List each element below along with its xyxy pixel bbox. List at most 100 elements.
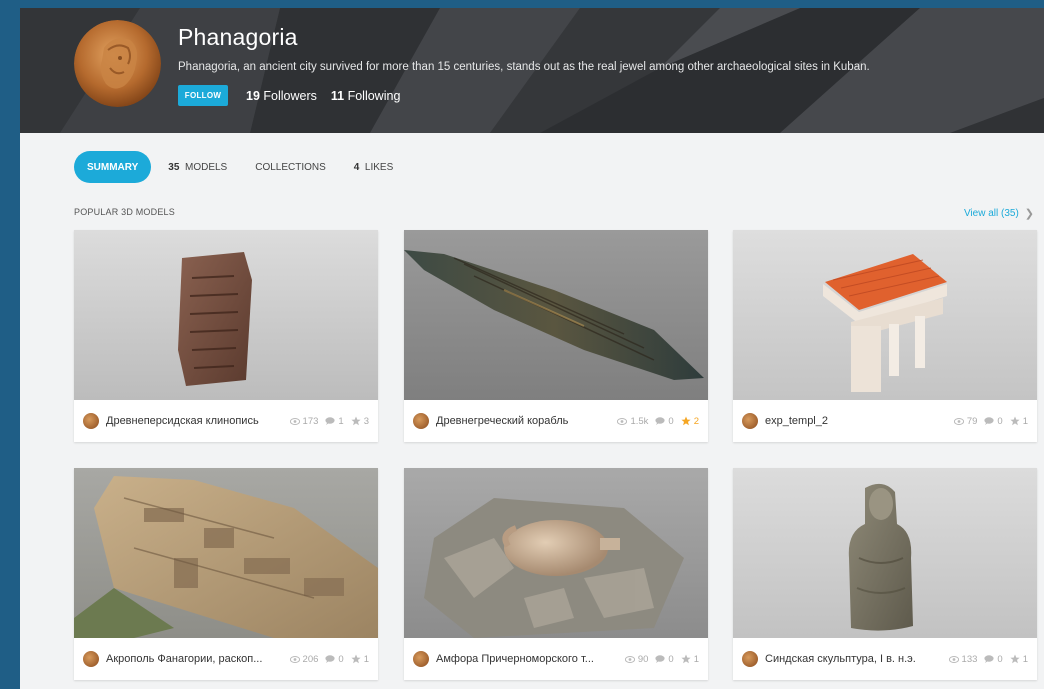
following-link[interactable]: 11 Following	[331, 89, 401, 103]
comment-icon	[984, 655, 995, 663]
model-card-footer: Древнегреческий корабль 1.5k 0 2	[404, 400, 708, 442]
comments-stat: 0	[655, 416, 674, 427]
model-thumbnail[interactable]	[404, 230, 708, 400]
models-count: 35	[168, 161, 180, 173]
eye-icon	[289, 417, 300, 425]
following-count: 11	[330, 89, 345, 103]
comments-stat: 0	[325, 653, 344, 665]
comments-stat: 0	[984, 415, 1003, 427]
comment-icon	[325, 655, 336, 663]
model-title[interactable]: Синдская скульптура, I в. н.э.	[765, 653, 943, 665]
likes-stat[interactable]: 1	[681, 654, 699, 665]
likes-stat[interactable]: 3	[351, 416, 369, 427]
star-icon	[1010, 654, 1020, 664]
eye-icon	[948, 655, 959, 663]
comment-icon	[984, 417, 995, 425]
eye-icon	[289, 655, 300, 663]
model-card-footer: Синдская скульптура, I в. н.э. 133 0 1	[733, 638, 1037, 680]
profile-description: Phanagoria, an ancient city survived for…	[178, 61, 870, 73]
coin-portrait-icon	[74, 20, 161, 107]
model-card[interactable]: Акрополь Фанагории, раскоп... 206 0 1	[74, 468, 378, 680]
followers-label: Followers	[263, 89, 317, 103]
tab-collections[interactable]: COLLECTIONS	[255, 162, 326, 173]
star-icon	[351, 416, 361, 426]
model-card[interactable]: Амфора Причерноморского т... 90 0 1	[404, 468, 708, 680]
views-count: 79	[966, 415, 978, 427]
comments-count: 0	[997, 415, 1003, 427]
profile-page: Phanagoria Phanagoria, an ancient city s…	[20, 8, 1044, 689]
model-thumbnail[interactable]	[733, 230, 1037, 400]
profile-avatar[interactable]	[74, 20, 161, 107]
followers-count: 19	[246, 89, 260, 103]
model-card-footer: Амфора Причерноморского т... 90 0 1	[404, 638, 708, 680]
star-icon	[681, 654, 691, 664]
model-card[interactable]: Древнеперсидская клинопись 173 1 3	[74, 230, 378, 442]
views-count: 133	[961, 653, 978, 665]
likes-stat[interactable]: 1	[351, 654, 369, 665]
star-icon	[1010, 416, 1020, 426]
views-stat: 79	[953, 415, 978, 427]
view-all-link[interactable]: View all (35) ❯	[964, 207, 1034, 220]
likes-stat[interactable]: 2	[681, 416, 699, 427]
view-all-label: View all (35)	[963, 208, 1019, 219]
comment-icon	[655, 417, 666, 425]
views-count: 206	[302, 653, 319, 665]
author-avatar[interactable]	[413, 413, 429, 429]
model-stats: 206 0 1	[289, 653, 369, 665]
cuneiform-tablet-icon	[74, 230, 378, 400]
model-card-footer: exp_templ_2 79 0 1	[733, 400, 1037, 442]
views-stat: 133	[948, 653, 978, 665]
author-avatar[interactable]	[83, 651, 99, 667]
model-thumbnail[interactable]	[74, 230, 378, 400]
ancient-ship-icon	[404, 230, 708, 400]
model-card[interactable]: Древнегреческий корабль 1.5k 0 2	[404, 230, 708, 442]
model-thumbnail[interactable]	[733, 468, 1037, 638]
tab-likes[interactable]: 4 LIKES	[354, 162, 393, 173]
author-avatar[interactable]	[742, 413, 758, 429]
excavation-icon	[74, 468, 378, 638]
amphora-icon	[404, 468, 708, 638]
model-stats: 1.5k 0 2	[617, 416, 699, 427]
views-count: 90	[637, 653, 649, 665]
likes-count: 1	[693, 653, 699, 665]
model-card-footer: Древнеперсидская клинопись 173 1 3	[74, 400, 378, 442]
model-card[interactable]: exp_templ_2 79 0 1	[733, 230, 1037, 442]
model-title[interactable]: exp_templ_2	[765, 415, 948, 427]
follow-button[interactable]: FOLLOW	[178, 85, 228, 106]
eye-icon	[953, 417, 964, 425]
tab-models[interactable]: 35 MODELS	[168, 162, 227, 173]
comments-count: 0	[338, 653, 344, 665]
author-avatar[interactable]	[413, 651, 429, 667]
eye-icon	[624, 655, 635, 663]
likes-count: 4	[353, 161, 360, 173]
comments-count: 1	[338, 415, 344, 427]
model-stats: 90 0 1	[624, 653, 699, 665]
likes-stat[interactable]: 1	[1010, 416, 1028, 427]
tab-summary[interactable]: SUMMARY	[74, 151, 152, 183]
views-stat: 173	[289, 416, 318, 427]
models-label: MODELS	[184, 161, 228, 173]
star-icon	[351, 654, 361, 664]
model-title[interactable]: Амфора Причерноморского т...	[436, 653, 619, 665]
followers-link[interactable]: 19 Followers	[246, 89, 317, 103]
author-avatar[interactable]	[83, 413, 99, 429]
model-thumbnail[interactable]	[404, 468, 708, 638]
likes-stat[interactable]: 1	[1010, 654, 1028, 665]
following-label: Following	[347, 89, 401, 103]
model-stats: 173 1 3	[289, 415, 369, 427]
comments-stat: 0	[655, 654, 674, 665]
sculpture-icon	[733, 468, 1037, 638]
views-count: 1.5k	[630, 415, 649, 427]
likes-count: 3	[363, 415, 369, 427]
profile-tabs: SUMMARY 35 MODELS COLLECTIONS 4 LIKES	[74, 151, 421, 183]
model-title[interactable]: Древнегреческий корабль	[436, 415, 611, 427]
section-title: POPULAR 3D MODELS	[74, 207, 175, 217]
model-stats: 133 0 1	[948, 653, 1028, 665]
model-title[interactable]: Акрополь Фанагории, раскоп...	[106, 653, 284, 665]
chevron-right-icon: ❯	[1024, 208, 1034, 220]
model-card[interactable]: Синдская скульптура, I в. н.э. 133 0 1	[733, 468, 1037, 680]
likes-count: 1	[1022, 653, 1028, 665]
model-thumbnail[interactable]	[74, 468, 378, 638]
model-title[interactable]: Древнеперсидская клинопись	[106, 415, 284, 427]
author-avatar[interactable]	[742, 651, 758, 667]
